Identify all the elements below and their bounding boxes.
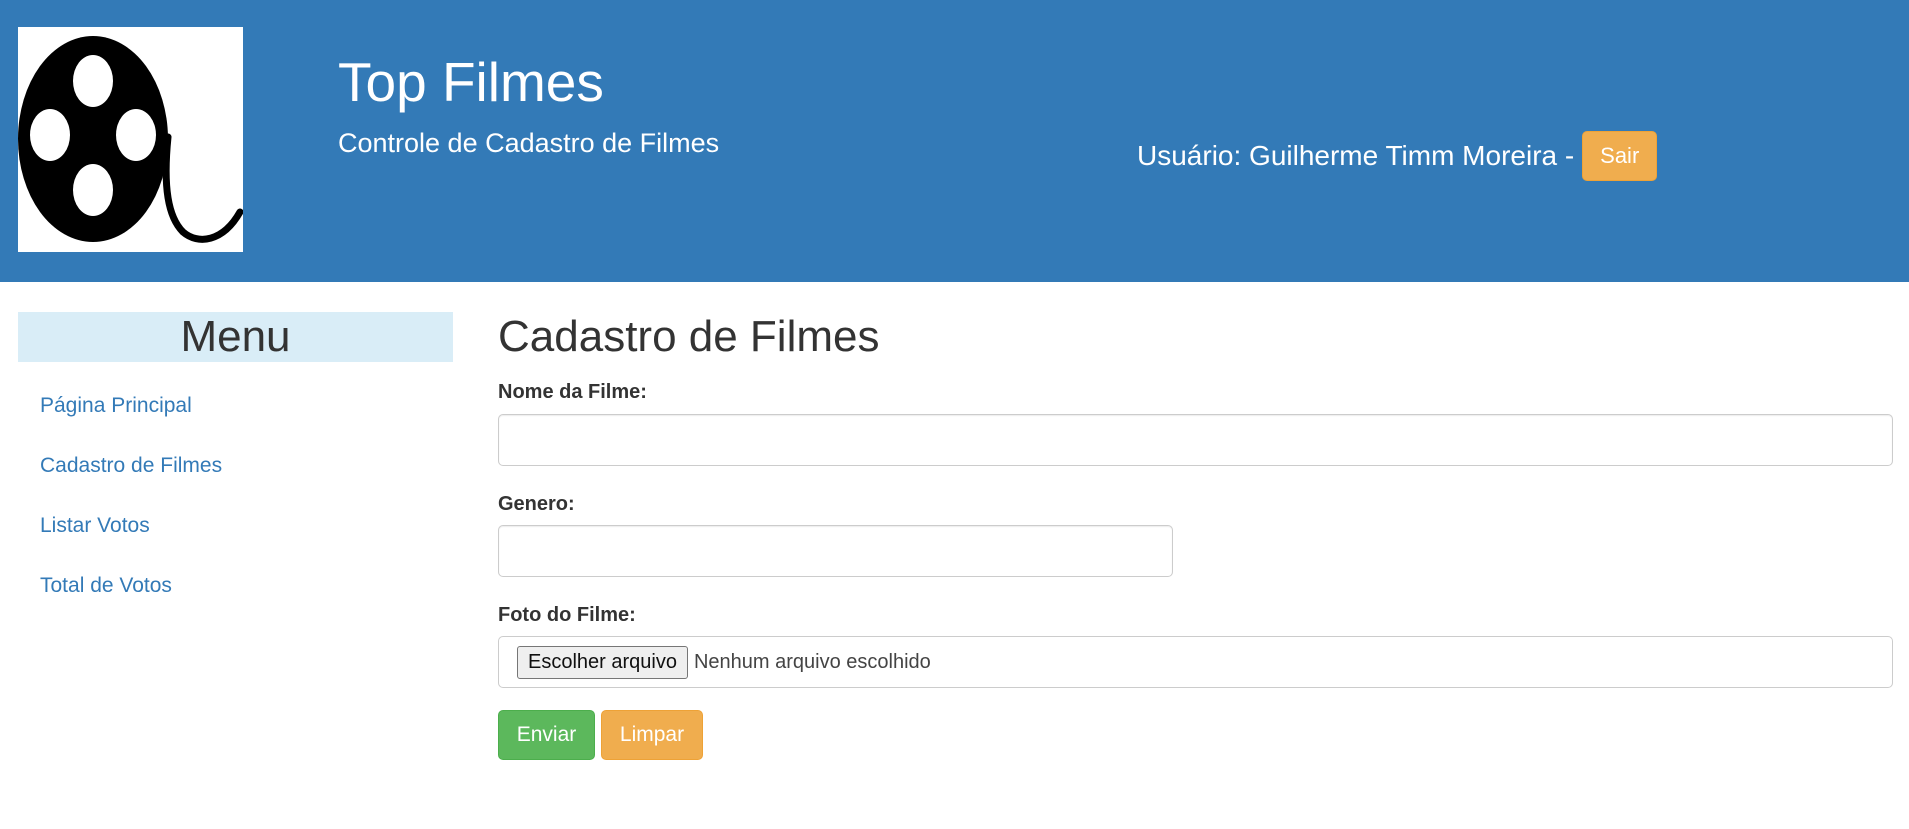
menu-item-pagina-principal[interactable]: Página Principal (18, 376, 453, 436)
logout-button[interactable]: Sair (1582, 131, 1658, 181)
genre-label: Genero: (498, 493, 575, 515)
main-content: Cadastro de Filmes Nome da Filme: Genero… (498, 312, 1893, 760)
submit-button[interactable]: Enviar (498, 710, 595, 760)
film-reel-icon (18, 27, 243, 252)
menu-item-cadastro-filmes[interactable]: Cadastro de Filmes (18, 436, 453, 496)
form-actions: Enviar Limpar (498, 710, 703, 760)
user-name-label: Usuário: Guilherme Timm Moreira - (1137, 140, 1575, 171)
movie-photo-label: Foto do Filme: (498, 604, 636, 626)
app-title: Top Filmes (338, 51, 604, 113)
site-header: Top Filmes Controle de Cadastro de Filme… (0, 0, 1909, 282)
app-subtitle: Controle de Cadastro de Filmes (338, 128, 720, 158)
choose-file-button[interactable]: Escolher arquivo (517, 645, 688, 679)
file-status-text: Nenhum arquivo escolhido (693, 650, 931, 673)
movie-photo-file-input: Escolher arquivo Nenhum arquivo escolhid… (498, 636, 1893, 688)
genre-input[interactable] (498, 525, 1173, 577)
menu-item-listar-votos[interactable]: Listar Votos (18, 496, 453, 556)
sidebar: Menu Página Principal Cadastro de Filmes… (18, 312, 453, 616)
page-title: Cadastro de Filmes (498, 312, 880, 361)
movie-name-label: Nome da Filme: (498, 381, 647, 403)
movie-name-input[interactable] (498, 414, 1893, 466)
menu-title: Menu (18, 312, 453, 362)
user-area: Usuário: Guilherme Timm Moreira - Sair (1137, 131, 1658, 181)
menu-list: Página Principal Cadastro de Filmes List… (18, 376, 453, 616)
menu-item-total-votos[interactable]: Total de Votos (18, 556, 453, 616)
reset-button[interactable]: Limpar (601, 710, 703, 760)
